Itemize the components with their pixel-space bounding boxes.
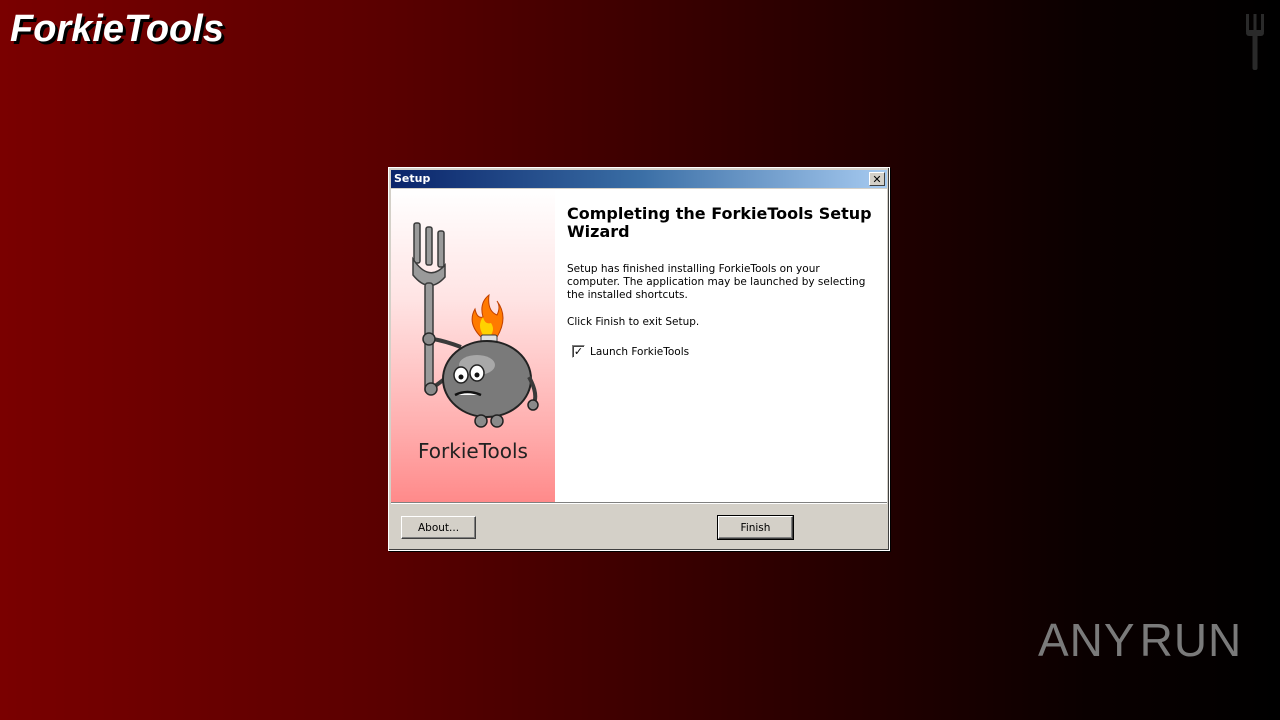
- close-button[interactable]: ✕: [869, 172, 885, 186]
- launch-option[interactable]: ✓ Launch ForkieTools: [572, 345, 875, 358]
- page-title: Completing the ForkieTools Setup Wizard: [567, 204, 872, 241]
- fork-mascot-icon: [412, 222, 539, 428]
- watermark-right: RUN: [1139, 614, 1243, 666]
- close-icon: ✕: [872, 172, 882, 186]
- about-button[interactable]: About...: [401, 516, 476, 539]
- launch-checkbox[interactable]: ✓: [572, 345, 585, 358]
- brand-title: ForkieTools: [10, 8, 224, 50]
- finish-button[interactable]: Finish: [717, 515, 794, 540]
- setup-dialog: Setup ✕ ForkieTools Completing the Forki…: [388, 167, 890, 551]
- exit-hint: Click Finish to exit Setup.: [567, 316, 700, 328]
- completion-message: Setup has finished installing ForkieTool…: [567, 263, 866, 301]
- anyrun-watermark: ANY RUN: [1038, 606, 1241, 674]
- dialog-title: Setup: [394, 172, 431, 185]
- launch-checkbox-label[interactable]: Launch ForkieTools: [590, 346, 689, 358]
- side-brand-label: ForkieTools: [418, 439, 528, 463]
- wizard-main-panel: Completing the ForkieTools Setup Wizard …: [555, 189, 887, 502]
- wizard-side-panel: ForkieTools: [391, 189, 555, 502]
- watermark-left: ANY: [1038, 614, 1136, 666]
- title-bar[interactable]: Setup ✕: [391, 170, 887, 188]
- button-separator: [391, 502, 887, 504]
- fork-icon: [1246, 14, 1264, 70]
- wizard-content: ForkieTools Completing the ForkieTools S…: [391, 189, 887, 502]
- checkmark-icon: ✓: [573, 345, 584, 358]
